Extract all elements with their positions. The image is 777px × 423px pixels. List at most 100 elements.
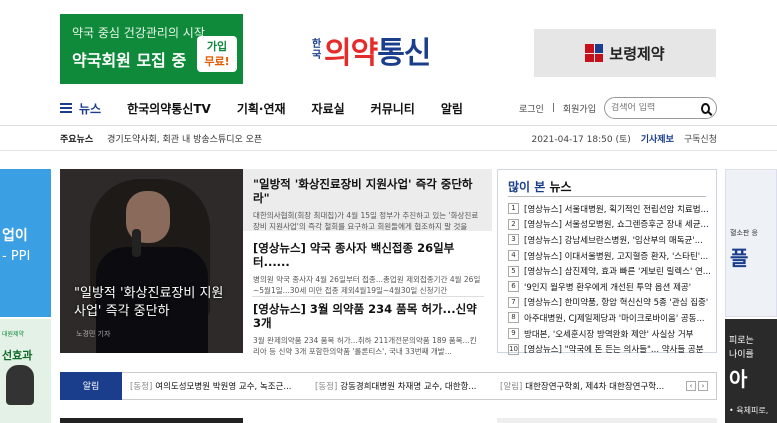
list-item[interactable]: 10 [영상뉴스] "약국에 돈 든는 의사들"... 약사들 공분 [508,341,713,357]
report-link[interactable]: 기사제보 [641,132,674,145]
headline-label: 주요뉴스 [60,134,94,145]
popular-item-title[interactable]: [영상뉴스] 이대서울병원, 고지혈증 환자, '스타틴'... [524,250,710,262]
chevron-right-icon[interactable]: › [698,381,708,391]
hamburger-menu-icon[interactable] [60,103,72,113]
ticker-category: [동정] [315,382,338,392]
top-banner-ad-boryung[interactable]: 보령제약 [534,29,716,77]
popular-heading-rest: 뉴스 [545,180,572,194]
subbar-right: 2021-04-17 18:50 (토) 기사제보 구독신청 [531,132,717,145]
list-item[interactable]: 4 [영상뉴스] 이대서울병원, 고지혈증 환자, '스타틴'... [508,248,713,264]
rank-number: 5 [508,265,519,277]
ticker-text[interactable]: 대한장연구학회, 제4차 대한장연구학... [525,382,664,392]
microphone-icon [132,229,141,257]
list-item[interactable]: 7 [영상뉴스] 한미약품, 항암 혁신신약 5종 '관심 집중' [508,295,713,311]
rank-number: 7 [508,296,519,308]
list-item[interactable]: 6 '9인지 월우병 환우에게 개선된 투약 옵션 제공' [508,279,713,295]
nav-right: 로그인 | 회원가입 [519,97,717,119]
list-item[interactable]: 3 [영상뉴스] 강남세브란스병원, '임산부의 매독균'... [508,232,713,248]
lead-story-title[interactable]: "일방적 '화상진료장비 지원사업' 즉각 중단하라" [253,177,482,205]
notice-ticker: 알림 [동정] 여의도성모병원 박원영 교수, 녹조근... [동정] 강동경희대병… [60,371,717,400]
popular-item-title[interactable]: [영상뉴스] 서울대병원, 획기적인 전립선암 치료법... [524,203,710,215]
ticker-category: [알림] [500,382,523,392]
nav-item-news[interactable]: 뉴스 [79,100,101,117]
story-title[interactable]: [영상뉴스] 약국 종사자 백신접종 26일부터...... [253,241,482,269]
list-item[interactable]: 8 아주대병원, CJ제일제당과 '마이크로바이옴' 공동... [508,310,713,326]
ticker-text[interactable]: 강동경희대병원 차재명 교수, 대한항... [340,382,476,392]
join-link[interactable]: 회원가입 [563,102,596,115]
boryung-logo-icon [585,44,604,62]
next-section-box [497,418,717,423]
story-item[interactable]: [영상뉴스] 3월 의약품 234 품목 허가...신약 3개 3월 완제의약품… [243,302,492,357]
popular-item-title[interactable]: [영상뉴스] 강남세브란스병원, '임산부의 매독균'... [524,234,710,246]
lead-story-summary: 대한의사협회(회장 최대집)가 4월 15일 정부가 추진하고 있는 '화상진료… [253,211,479,231]
popular-item-title[interactable]: 아주대병원, CJ제일제당과 '마이크로바이옴' 공동... [524,312,710,324]
ticker-item[interactable]: [동정] 여의도성모병원 박원영 교수, 녹조근... [130,380,307,392]
side-ad-right-top: 혈소판 응 플 [725,169,777,317]
list-item[interactable]: 9 방대본, '오세훈시장 방역완화 제안' 사실상 거부 [508,326,713,342]
popular-item-title[interactable]: 방대본, '오세훈시장 방역완화 제안' 사실상 거부 [524,328,710,340]
popular-news-list: 1 [영상뉴스] 서울대병원, 획기적인 전립선암 치료법... 2 [영상뉴스] … [508,201,713,357]
nav-divider [0,125,777,126]
side-ad-left-brand: 대원제약 [2,331,25,338]
lead-story[interactable]: "일방적 '화상진료장비 지원사업' 즉각 중단하라" 대한의사협회(회장 최대… [243,169,492,231]
ticker-text[interactable]: 여의도성모병원 박원영 교수, 녹조근... [155,382,291,392]
chevron-left-icon[interactable]: ‹ [686,381,696,391]
popular-item-title[interactable]: [영상뉴스] "약국에 돈 든는 의사들"... 약사들 공분 [524,343,710,355]
popular-heading-rule [508,196,706,197]
popular-item-title[interactable]: [영상뉴스] 삼진제약, 효과 빠른 '게보린 릴렉스' 연... [524,265,710,277]
list-item[interactable]: 5 [영상뉴스] 삼진제약, 효과 빠른 '게보린 릴렉스' 연... [508,263,713,279]
ad-brand-name: 보령제약 [609,44,665,63]
side-ad-right-bottom: 피로는 나이를 아 • 육체피로, [725,319,777,423]
side-ad-right-line3: 아 [729,367,748,391]
story-summary: 3월 완제의약품 234 품목 허가...취하 211개전문의약품 189 품목… [253,336,477,356]
hero-photo-story[interactable]: "일방적 '화상진료장비 지원사업' 즉각 중단하 노경민 기자 [60,169,243,353]
rank-number: 4 [508,250,519,262]
side-ad-left-text2: - PPI [2,249,31,264]
nav-item-tv[interactable]: 한국의약통신TV [127,100,211,117]
next-section-bar [60,418,243,423]
search-icon[interactable] [701,102,710,114]
popular-item-title[interactable]: [영상뉴스] 서울성모병원, 쇼그렌증후군 장내 세균... [524,218,710,230]
popular-news-heading: 많이 본 뉴스 [508,178,572,195]
popular-news-box: 많이 본 뉴스 1 [영상뉴스] 서울대병원, 획기적인 전립선암 치료법... … [497,169,717,355]
story-title[interactable]: [영상뉴스] 3월 의약품 234 품목 허가...신약 3개 [253,302,482,330]
ticker-item[interactable]: [동정] 강동경희대병원 차재명 교수, 대한항... [315,380,492,392]
headline-link[interactable]: 경기도약사회, 회관 내 방송스튜디오 오픈 [107,132,262,145]
subbar-divider [0,150,777,151]
rank-number: 1 [508,203,519,215]
ticker-label: 알림 [60,371,122,400]
list-item[interactable]: 2 [영상뉴스] 서울성모병원, 쇼그렌증후군 장내 세균... [508,217,713,233]
side-ad-right-line1: 피로는 [729,336,754,346]
logo-small-text: 한국 [312,39,322,61]
nav-item-community[interactable]: 커뮤니티 [371,100,415,117]
ad-badge-top: 가입 [206,40,228,53]
main-nav: 뉴스 한국의약통신TV 기획·연재 자료실 커뮤니티 알림 로그인 | 회원가입 [60,92,717,124]
side-ad-left-text3: 선효과 [2,349,33,362]
ad-badge: 가입 무료! [197,36,237,72]
rank-number: 9 [508,328,519,340]
nav-item-archive[interactable]: 자료실 [312,100,345,117]
side-ad-right[interactable]: 혈소판 응 플 피로는 나이를 아 • 육체피로, [725,169,777,423]
story-item[interactable]: [영상뉴스] 약국 종사자 백신접종 26일부터...... 병의원 약국 종사… [243,241,492,296]
login-link[interactable]: 로그인 [519,102,544,115]
nav-item-notice[interactable]: 알림 [441,100,463,117]
headline-bar: 주요뉴스 경기도약사회, 회관 내 방송스튜디오 오픈 2021-04-17 1… [60,129,717,147]
list-item[interactable]: 1 [영상뉴스] 서울대병원, 획기적인 전립선암 치료법... [508,201,713,217]
popular-item-title[interactable]: '9인지 월우병 환우에게 개선된 투약 옵션 제공' [524,281,710,293]
search-box [604,97,717,119]
rank-number: 3 [508,234,519,246]
ticker-item[interactable]: [알림] 대한장연구학회, 제4차 대한장연구학... [500,380,677,392]
top-banner-ad-pharmacy[interactable]: 약국 중심 건강관리의 시작 약국회원 모집 중 가입 무료! [60,14,243,84]
site-logo[interactable]: 한국 의약통신 [312,28,431,72]
logo-rest-text: 통신 [377,36,431,71]
nav-item-feature[interactable]: 기획·연재 [237,100,286,117]
side-ad-person-image [6,365,34,405]
side-ad-right-line2: 나이를 [729,350,754,360]
story-summary: 병의원 약국 종사자 4월 26일부터 접종...총업원 제외접종기간 4월 2… [253,275,481,295]
popular-item-title[interactable]: [영상뉴스] 한미약품, 항암 혁신신약 5종 '관심 집중' [524,296,710,308]
rank-number: 2 [508,218,519,230]
side-ad-left[interactable]: 업이 - PPI 대원제약 선효과 [0,169,51,423]
subscribe-link[interactable]: 구독신청 [684,132,717,145]
search-input[interactable] [611,103,701,113]
hero-caption: "일방적 '화상진료장비 지원사업' 즉각 중단하 [74,286,224,319]
